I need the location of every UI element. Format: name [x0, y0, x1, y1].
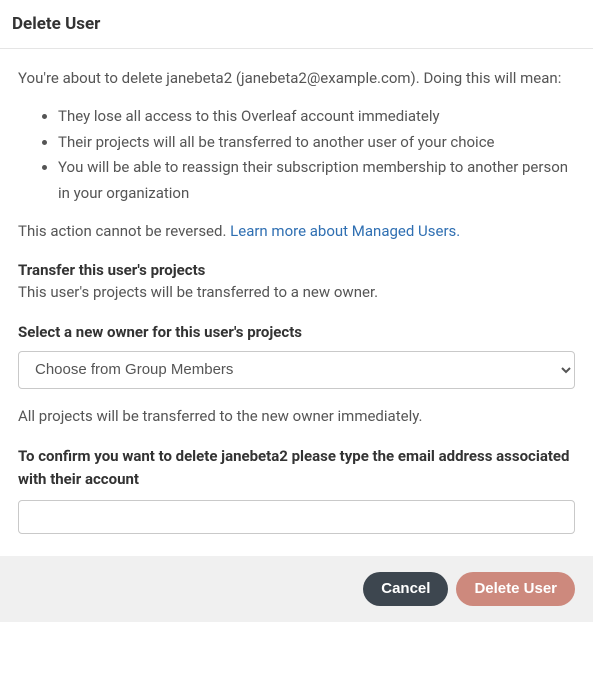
modal-title: Delete User: [12, 14, 581, 34]
transfer-desc: This user's projects will be transferred…: [18, 281, 575, 304]
transfer-title: Transfer this user's projects: [18, 261, 575, 279]
select-owner-wrapper: Choose from Group Members: [18, 351, 575, 389]
confirm-delete-label: To confirm you want to delete janebeta2 …: [18, 445, 575, 492]
intro-text: You're about to delete janebeta2 (janebe…: [18, 67, 575, 90]
transfer-note: All projects will be transferred to the …: [18, 405, 575, 428]
consequence-list: They lose all access to this Overleaf ac…: [58, 104, 575, 206]
list-item: Their projects will all be transferred t…: [58, 130, 575, 156]
modal-body: You're about to delete janebeta2 (janebe…: [0, 49, 593, 556]
modal-footer: Cancel Delete User: [0, 556, 593, 622]
modal-header: Delete User: [0, 0, 593, 49]
cancel-button[interactable]: Cancel: [363, 572, 448, 606]
irrevocable-text: This action cannot be reversed. Learn mo…: [18, 220, 575, 243]
confirm-email-input[interactable]: [18, 500, 575, 534]
select-owner-dropdown[interactable]: Choose from Group Members: [18, 351, 575, 389]
delete-user-button[interactable]: Delete User: [456, 572, 575, 606]
list-item: They lose all access to this Overleaf ac…: [58, 104, 575, 130]
select-owner-label: Select a new owner for this user's proje…: [18, 321, 575, 344]
list-item: You will be able to reassign their subsc…: [58, 155, 575, 206]
irrevocable-prefix: This action cannot be reversed.: [18, 222, 230, 240]
learn-more-link[interactable]: Learn more about Managed Users.: [230, 222, 460, 240]
